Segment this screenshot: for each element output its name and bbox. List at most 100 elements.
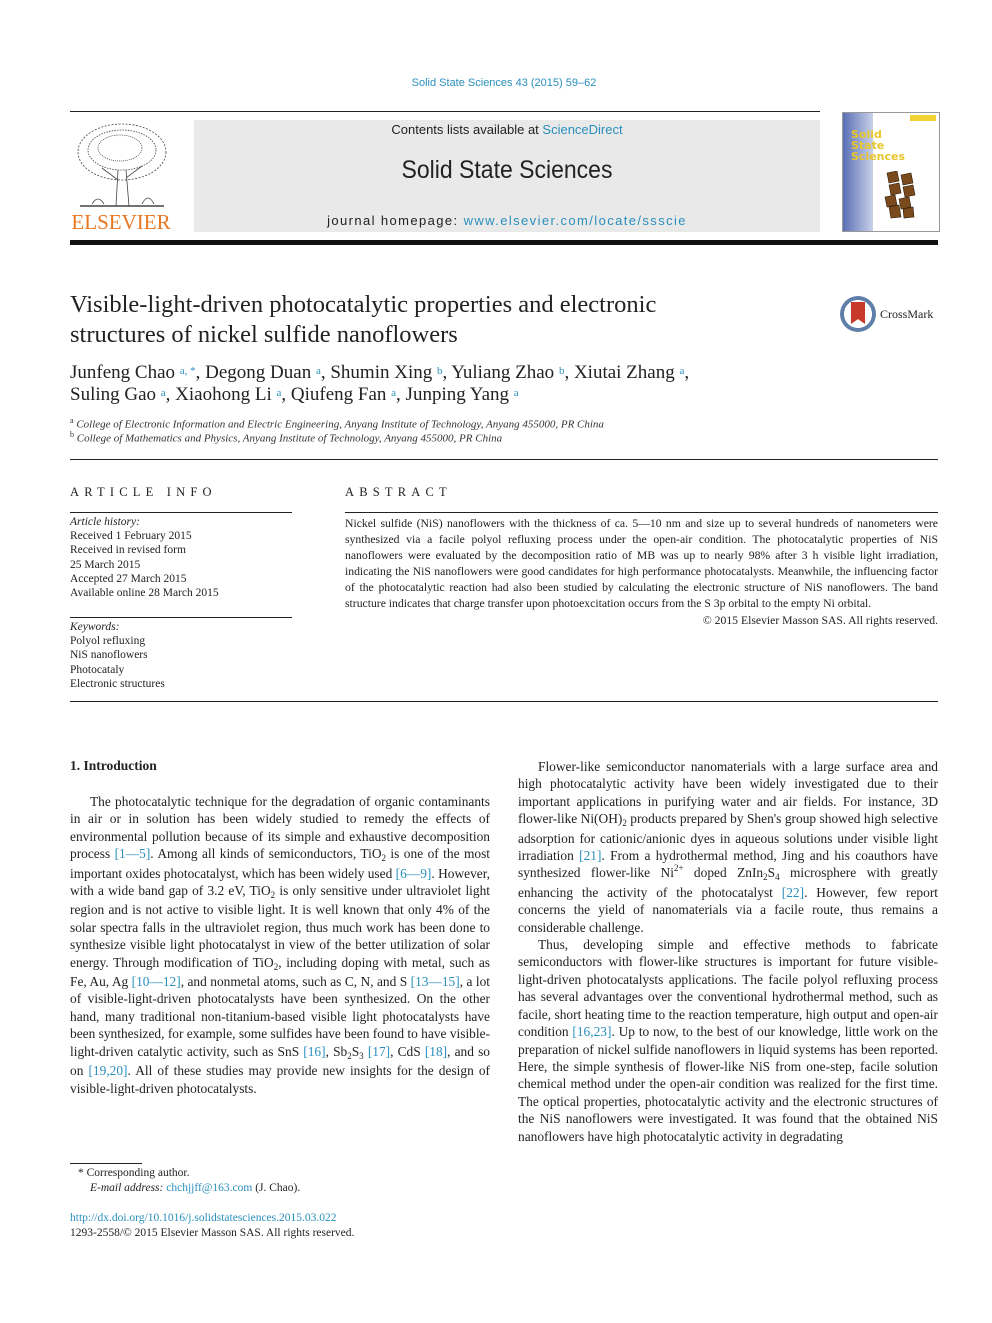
citation-link[interactable]: [10—12] bbox=[132, 974, 181, 989]
keyword-item: Electronic structures bbox=[70, 677, 165, 690]
homepage-prefix: journal homepage: bbox=[327, 213, 464, 228]
section-rule bbox=[70, 459, 938, 460]
body-column-left: The photocatalytic technique for the deg… bbox=[70, 793, 490, 1097]
author[interactable]: Shumin Xing b bbox=[330, 362, 442, 383]
author-name: Xiutai Zhang bbox=[573, 362, 675, 383]
email-link[interactable]: chchjjff@163.com bbox=[166, 1182, 252, 1194]
header-rule bbox=[70, 111, 820, 112]
affiliation-text: College of Electronic Information and El… bbox=[76, 418, 604, 431]
history-item: Accepted 27 March 2015 bbox=[70, 572, 187, 585]
journal-masthead: Contents lists available at ScienceDirec… bbox=[194, 120, 820, 232]
superscript: 2+ bbox=[673, 863, 684, 874]
subscript: 3 bbox=[359, 1050, 364, 1061]
citation-link[interactable]: [22] bbox=[782, 885, 804, 900]
subscript: 2 bbox=[273, 961, 279, 972]
title-line-2: structures of nickel sulfide nanoflowers bbox=[70, 321, 458, 348]
author-affiliation-mark[interactable]: b bbox=[559, 365, 565, 377]
author[interactable]: Suling Gao a bbox=[70, 384, 166, 405]
author[interactable]: Xiaohong Li a bbox=[175, 384, 281, 405]
section-heading-introduction: 1. Introduction bbox=[70, 758, 157, 773]
keywords-label: Keywords: bbox=[70, 621, 120, 633]
cover-volume-tag bbox=[910, 115, 936, 121]
subscript: 2 bbox=[347, 1050, 352, 1061]
abstract-heading: ABSTRACT bbox=[345, 485, 452, 499]
citation-link[interactable]: [6—9] bbox=[396, 866, 432, 881]
author-name: Suling Gao bbox=[70, 384, 157, 405]
email-label: E-mail address: bbox=[90, 1182, 167, 1194]
abstract-copyright: © 2015 Elsevier Masson SAS. All rights r… bbox=[702, 613, 938, 627]
cover-crystal-art-icon bbox=[884, 171, 916, 219]
author-affiliation-mark[interactable]: a bbox=[391, 387, 396, 399]
author-list: Junfeng Chao a, *, Degong Duan a, Shumin… bbox=[70, 362, 690, 405]
citation-link[interactable]: [16] bbox=[303, 1044, 325, 1059]
history-label: Article history: bbox=[70, 516, 140, 528]
crossmark-label: CrossMark bbox=[880, 307, 934, 321]
author-name: Xiaohong Li bbox=[175, 384, 272, 405]
affiliation-text: College of Mathematics and Physics, Anya… bbox=[76, 432, 503, 445]
abstract-text: Nickel sulfide (NiS) nanoflowers with th… bbox=[345, 517, 938, 611]
cover-title-line: Sciences bbox=[851, 150, 906, 163]
abstract-rule bbox=[345, 512, 938, 513]
article-info-rule bbox=[70, 512, 292, 513]
author-affiliation-mark[interactable]: a, * bbox=[180, 365, 196, 377]
author-name: Shumin Xing bbox=[330, 362, 433, 383]
title-line-1: Visible-light-driven photocatalytic prop… bbox=[70, 291, 657, 318]
author[interactable]: Junfeng Chao a, * bbox=[70, 362, 196, 383]
author[interactable]: Junping Yang a bbox=[406, 384, 519, 405]
citation-link[interactable]: [21] bbox=[579, 848, 601, 863]
masthead-rule bbox=[70, 240, 938, 245]
paragraph: The photocatalytic technique for the deg… bbox=[70, 794, 490, 1096]
email-suffix: (J. Chao). bbox=[252, 1182, 301, 1194]
abstract: Nickel sulfide (NiS) nanoflowers with th… bbox=[345, 516, 938, 629]
corresponding-author-note: * Corresponding author. bbox=[78, 1167, 190, 1179]
journal-citation-link[interactable]: Solid State Sciences 43 (2015) 59–62 bbox=[0, 77, 992, 89]
author-affiliation-mark[interactable]: a bbox=[161, 387, 166, 399]
subscript: 2 bbox=[381, 853, 387, 864]
cover-title: Solid State Sciences bbox=[851, 129, 905, 162]
contents-line: Contents lists available at ScienceDirec… bbox=[194, 122, 820, 137]
elsevier-wordmark: ELSEVIER bbox=[71, 210, 171, 234]
citation-link[interactable]: [18] bbox=[425, 1044, 447, 1059]
keyword-item: Photocataly bbox=[70, 663, 125, 676]
author[interactable]: Yuliang Zhao b bbox=[451, 362, 564, 383]
history-item: 25 March 2015 bbox=[70, 558, 141, 571]
subscript: 4 bbox=[775, 872, 780, 883]
citation-link[interactable]: [16,23] bbox=[572, 1024, 611, 1039]
author[interactable]: Degong Duan a bbox=[205, 362, 321, 383]
sciencedirect-link[interactable]: ScienceDirect bbox=[542, 122, 622, 137]
author-affiliation-mark[interactable]: a bbox=[316, 365, 321, 377]
elsevier-tree-icon bbox=[72, 120, 170, 208]
keywords-rule bbox=[70, 617, 292, 618]
elsevier-logo: ELSEVIER bbox=[68, 120, 174, 234]
journal-title: Solid State Sciences bbox=[401, 156, 613, 184]
affiliation-a: a College of Electronic Information and … bbox=[70, 416, 604, 431]
history-item: Received 1 February 2015 bbox=[70, 530, 192, 543]
affiliation-key: a bbox=[70, 416, 74, 425]
author-name: Junfeng Chao bbox=[70, 362, 176, 383]
author[interactable]: Xiutai Zhang a bbox=[574, 362, 684, 383]
footnote-rule bbox=[70, 1163, 142, 1164]
homepage-link[interactable]: www.elsevier.com/locate/ssscie bbox=[464, 213, 687, 228]
citation-link[interactable]: [13—15] bbox=[411, 974, 460, 989]
journal-cover-thumbnail[interactable]: Solid State Sciences bbox=[842, 112, 940, 232]
crossmark-button[interactable]: CrossMark bbox=[840, 296, 950, 336]
author-affiliation-mark[interactable]: b bbox=[437, 365, 443, 377]
doi-link[interactable]: http://dx.doi.org/10.1016/j.solidstatesc… bbox=[70, 1211, 354, 1226]
article-history: Article history: Received 1 February 201… bbox=[70, 515, 300, 600]
citation-link[interactable]: [1—5] bbox=[115, 846, 151, 861]
author-affiliation-mark[interactable]: a bbox=[679, 365, 684, 377]
subscript: 2 bbox=[622, 818, 627, 829]
keywords: Keywords: Polyol refluxing NiS nanoflowe… bbox=[70, 620, 300, 691]
author-name: Qiufeng Fan bbox=[290, 384, 387, 405]
front-matter-rule bbox=[70, 701, 938, 702]
affiliation-b: b College of Mathematics and Physics, An… bbox=[70, 430, 502, 445]
citation-link[interactable]: [19,20] bbox=[88, 1063, 127, 1078]
contents-prefix: Contents lists available at bbox=[391, 122, 543, 137]
issn-copyright: 1293-2558/© 2015 Elsevier Masson SAS. Al… bbox=[70, 1227, 355, 1239]
citation-link[interactable]: [17] bbox=[368, 1044, 390, 1059]
author[interactable]: Qiufeng Fan a bbox=[291, 384, 396, 405]
author-affiliation-mark[interactable]: a bbox=[277, 387, 282, 399]
author-affiliation-mark[interactable]: a bbox=[514, 387, 519, 399]
keyword-item: NiS nanoflowers bbox=[70, 649, 148, 662]
subscript: 2 bbox=[763, 872, 768, 883]
